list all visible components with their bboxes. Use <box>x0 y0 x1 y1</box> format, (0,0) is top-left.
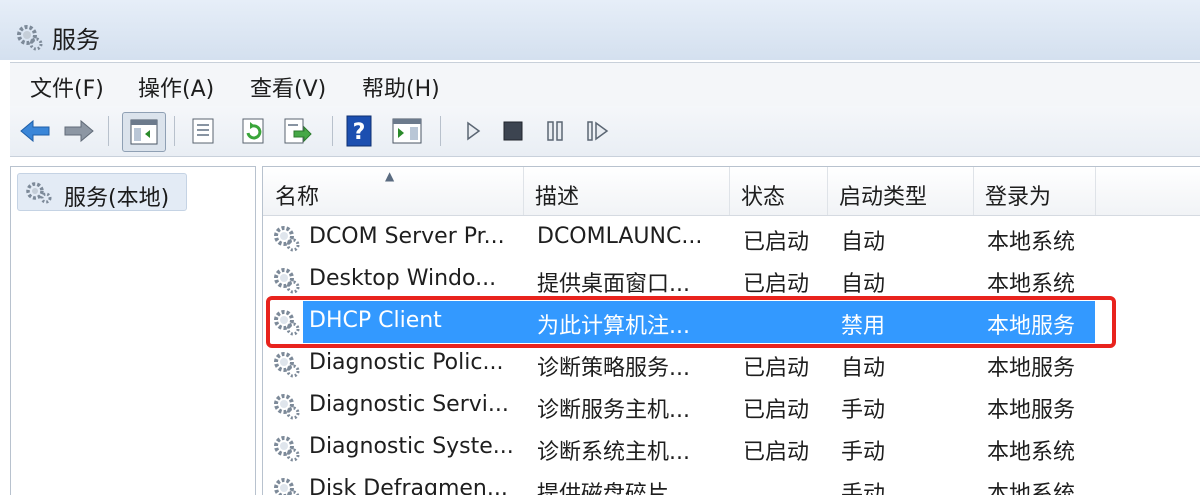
service-name: Diagnostic Servi... <box>309 392 509 417</box>
column-header-status[interactable]: 状态 <box>729 167 828 215</box>
help-icon: ? <box>346 115 372 147</box>
service-startup-type: 自动 <box>841 230 886 255</box>
list-header: 名称 ▲ 描述 状态 启动类型 登录为 <box>263 167 1200 216</box>
service-status: 已启动 <box>743 230 810 255</box>
service-status: 已启动 <box>743 272 810 297</box>
service-logon-as: 本地系统 <box>987 482 1076 495</box>
refresh-button[interactable] <box>236 114 270 148</box>
column-header-startup-type[interactable]: 启动类型 <box>827 167 974 215</box>
service-name: Desktop Windo... <box>309 266 497 291</box>
refresh-icon <box>242 118 264 144</box>
sort-ascending-icon: ▲ <box>385 169 395 183</box>
forward-arrow-icon <box>64 119 94 143</box>
service-status: 已启动 <box>743 440 810 465</box>
properties-icon <box>192 118 214 144</box>
service-gear-icon <box>274 226 300 252</box>
column-header-name[interactable]: 名称 ▲ <box>263 167 524 215</box>
restart-service-button[interactable] <box>582 114 616 148</box>
service-name: Disk Defragmen... <box>309 476 508 495</box>
toolbar-separator <box>108 116 109 146</box>
export-list-button[interactable] <box>280 114 314 148</box>
back-arrow-icon <box>20 119 50 143</box>
service-name: DCOM Server Pr... <box>309 224 505 249</box>
service-gear-icon <box>274 478 300 495</box>
service-status: 已启动 <box>743 356 810 381</box>
service-logon-as: 本地系统 <box>987 440 1076 465</box>
service-logon-as: 本地服务 <box>987 398 1076 423</box>
service-gear-icon <box>274 436 300 462</box>
show-hide-tree-button[interactable] <box>122 112 166 152</box>
red-highlight-annotation <box>266 296 1116 348</box>
toolbar-separator <box>440 116 441 146</box>
pause-service-button[interactable] <box>538 114 572 148</box>
service-startup-type: 手动 <box>841 482 886 495</box>
properties-button[interactable] <box>186 114 220 148</box>
show-action-pane-button[interactable] <box>390 114 424 148</box>
svg-text:?: ? <box>353 120 366 145</box>
menubar: 文件(F) 操作(A) 查看(V) 帮助(H) <box>10 62 1200 107</box>
table-row[interactable]: Diagnostic Polic... 诊断策略服务... 已启动 自动 本地服务 <box>263 343 1200 385</box>
window-title: 服务 <box>52 26 100 54</box>
pause-service-icon <box>547 121 563 141</box>
table-row[interactable]: Diagnostic Syste... 诊断系统主机... 已启动 手动 本地系统 <box>263 427 1200 469</box>
service-name: Diagnostic Polic... <box>309 350 504 375</box>
service-description: DCOMLAUNC... <box>537 224 703 249</box>
column-header-description[interactable]: 描述 <box>523 167 730 215</box>
menu-help[interactable]: 帮助(H) <box>362 71 440 103</box>
menu-action[interactable]: 操作(A) <box>138 71 214 103</box>
menu-view[interactable]: 查看(V) <box>250 71 326 103</box>
service-logon-as: 本地系统 <box>987 230 1076 255</box>
stop-service-icon <box>503 121 523 141</box>
show-action-pane-icon <box>392 118 422 144</box>
service-gear-icon <box>274 394 300 420</box>
restart-service-icon <box>587 121 609 141</box>
back-button[interactable] <box>18 114 52 148</box>
service-logon-as: 本地系统 <box>987 272 1076 297</box>
menu-file[interactable]: 文件(F) <box>30 71 104 103</box>
service-description: 诊断策略服务... <box>537 356 690 381</box>
toolbar-separator <box>174 116 175 146</box>
toolbar: ? <box>10 106 1200 157</box>
window-titlebar: 服务 <box>0 0 1200 60</box>
forward-button[interactable] <box>62 114 96 148</box>
service-description: 诊断服务主机... <box>537 398 690 423</box>
table-row[interactable]: Diagnostic Servi... 诊断服务主机... 已启动 手动 本地服务 <box>263 385 1200 427</box>
service-startup-type: 手动 <box>841 440 886 465</box>
service-startup-type: 手动 <box>841 398 886 423</box>
tree-item-label: 服务(本地) <box>64 186 170 211</box>
service-startup-type: 自动 <box>841 272 886 297</box>
service-logon-as: 本地服务 <box>987 356 1076 381</box>
show-hide-console-tree-icon <box>130 119 158 145</box>
service-name: Diagnostic Syste... <box>309 434 514 459</box>
stop-service-button[interactable] <box>496 114 530 148</box>
service-description: 提供磁盘碎片... <box>537 482 690 495</box>
start-service-icon <box>467 121 481 141</box>
help-button[interactable]: ? <box>342 114 376 148</box>
service-gear-icon <box>274 352 300 378</box>
service-startup-type: 自动 <box>841 356 886 381</box>
service-description: 诊断系统主机... <box>537 440 690 465</box>
services-gear-icon <box>17 25 43 51</box>
service-gear-icon <box>274 268 300 294</box>
table-row[interactable]: DCOM Server Pr... DCOMLAUNC... 已启动 自动 本地系统 <box>263 217 1200 259</box>
table-row[interactable]: Disk Defragmen... 提供磁盘碎片... 手动 本地系统 <box>263 469 1200 495</box>
service-description: 提供桌面窗口... <box>537 272 690 297</box>
start-service-button[interactable] <box>456 114 490 148</box>
column-header-logon-as[interactable]: 登录为 <box>973 167 1096 215</box>
services-gear-icon <box>26 182 52 204</box>
toolbar-separator <box>332 116 333 146</box>
tree-item-services-local[interactable]: 服务(本地) <box>17 173 187 211</box>
console-tree-pane: 服务(本地) <box>10 166 256 495</box>
export-list-icon <box>284 118 312 144</box>
table-row[interactable]: Desktop Windo... 提供桌面窗口... 已启动 自动 本地系统 <box>263 259 1200 301</box>
service-status: 已启动 <box>743 398 810 423</box>
